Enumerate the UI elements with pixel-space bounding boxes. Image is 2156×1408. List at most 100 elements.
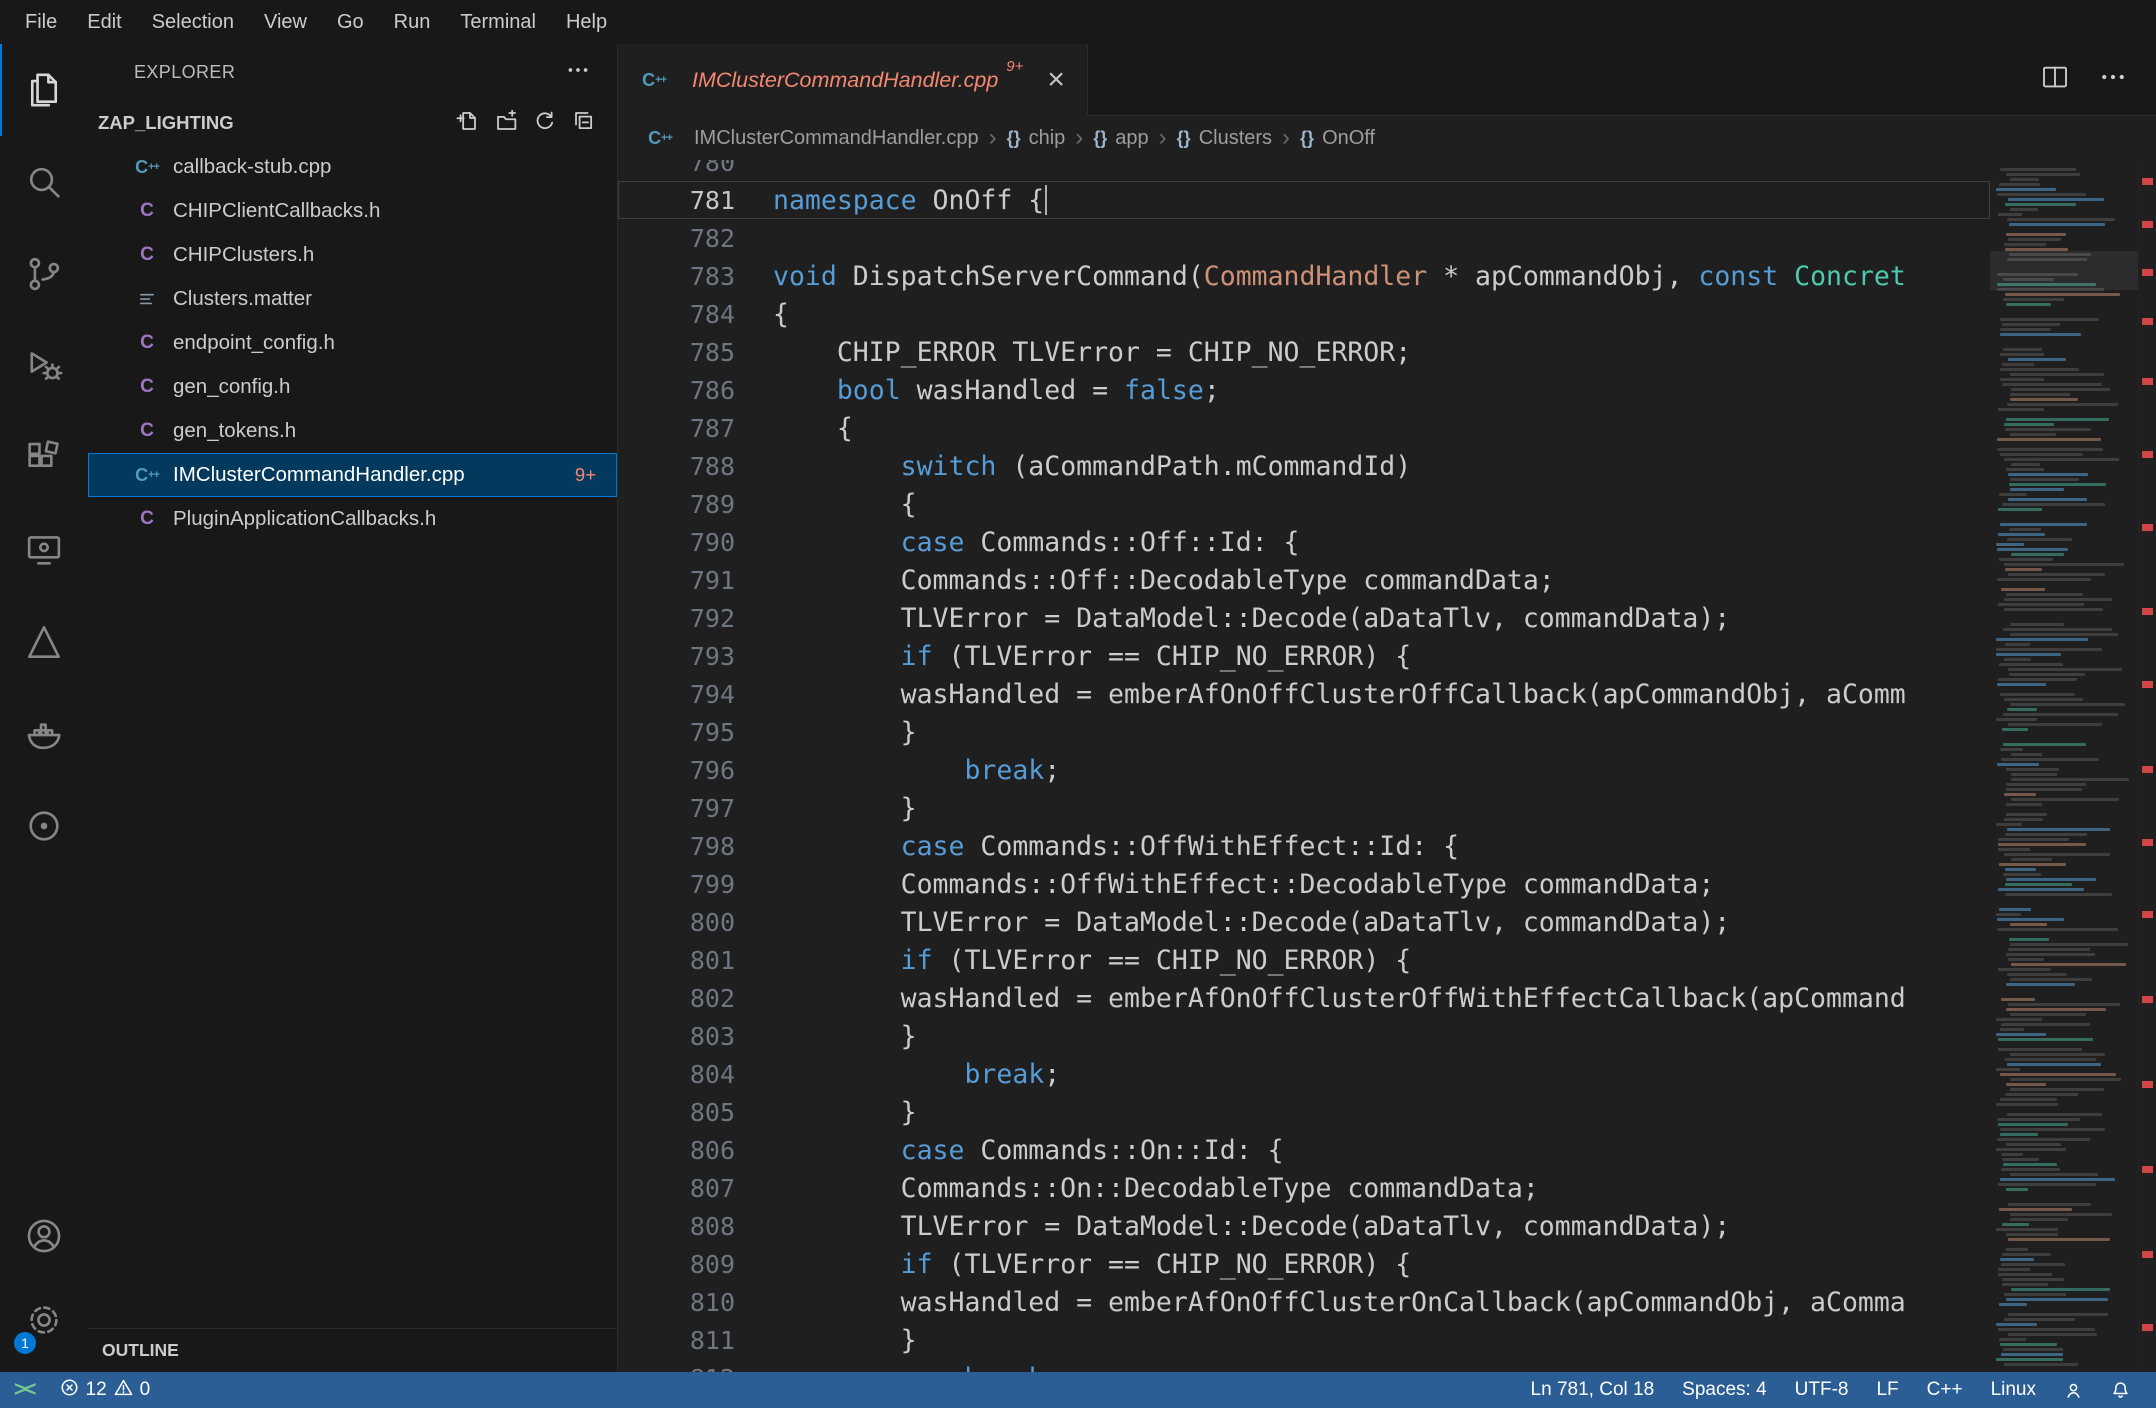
file-row[interactable]: Clusters.matter [88, 277, 617, 321]
new-file-button[interactable] [456, 110, 478, 137]
status-bar: >< 12 0 Ln 781, Col 18 Spaces: 4 UTF-8 LF C+… [0, 1372, 2156, 1408]
code-line[interactable]: 807 Commands::On::DecodableType commandD… [618, 1169, 1990, 1207]
code-line[interactable]: 789 { [618, 485, 1990, 523]
code-line[interactable]: 811 } [618, 1321, 1990, 1359]
menu-selection[interactable]: Selection [137, 0, 249, 44]
breadcrumb-item[interactable]: C ++ IMClusterCommandHandler.cpp [646, 127, 979, 150]
code-line[interactable]: 791 Commands::Off::DecodableType command… [618, 561, 1990, 599]
code-line[interactable]: 798 case Commands::OffWithEffect::Id: { [618, 827, 1990, 865]
code-line[interactable]: 784 { [618, 295, 1990, 333]
code-line[interactable]: 790 case Commands::Off::Id: { [618, 523, 1990, 561]
activity-run-and-debug[interactable] [0, 320, 88, 412]
code-line[interactable]: 797 } [618, 789, 1990, 827]
code-line[interactable]: 800 TLVError = DataModel::Decode(aDataTl… [618, 903, 1990, 941]
code-line[interactable]: 781 namespace OnOff { [618, 181, 1990, 219]
collapse-folders-button[interactable] [573, 110, 595, 137]
tab-imclustercommandhandler[interactable]: C ++ IMClusterCommandHandler.cpp 9+ × [618, 44, 1088, 116]
code-line[interactable]: 804 break; [618, 1055, 1990, 1093]
code-line[interactable]: 780 [618, 160, 1990, 181]
code-line[interactable]: 796 break; [618, 751, 1990, 789]
file-row[interactable]: C CHIPClientCallbacks.h [88, 189, 617, 233]
more-actions-button[interactable] [565, 57, 591, 88]
code-line[interactable]: 812 break; [618, 1359, 1990, 1372]
code-line[interactable]: 786 bool wasHandled = false; [618, 371, 1990, 409]
file-row[interactable]: C PluginApplicationCallbacks.h [88, 497, 617, 541]
code-line[interactable]: 806 case Commands::On::Id: { [618, 1131, 1990, 1169]
activity-manage[interactable]: 1 [0, 1278, 88, 1362]
file-row[interactable]: C ++ callback-stub.cpp [88, 145, 617, 189]
activity-search[interactable] [0, 136, 88, 228]
menu-terminal[interactable]: Terminal [445, 0, 551, 44]
file-row[interactable]: Cendpoint_config.h [88, 321, 617, 365]
minimap-line [2003, 873, 2041, 876]
breadcrumb-item[interactable]: {} OnOff [1300, 127, 1375, 150]
code-line[interactable]: 788 switch (aCommandPath.mCommandId) [618, 447, 1990, 485]
code-line[interactable]: 787 { [618, 409, 1990, 447]
code-line[interactable]: 805 } [618, 1093, 1990, 1131]
breadcrumb-item[interactable]: {} Clusters [1177, 127, 1272, 150]
feedback-button[interactable] [2050, 1372, 2097, 1408]
status-item[interactable]: Linux [1977, 1372, 2050, 1408]
minimap-viewport[interactable] [1990, 250, 2138, 290]
notifications-button[interactable] [2097, 1372, 2144, 1408]
code-line[interactable]: 808 TLVError = DataModel::Decode(aDataTl… [618, 1207, 1990, 1245]
close-icon[interactable]: × [1047, 65, 1065, 95]
code-line[interactable]: 795 } [618, 713, 1990, 751]
code-line[interactable]: 782 [618, 219, 1990, 257]
code-token: TLVError = DataModel::Decode(aDataTlv, c… [773, 907, 1731, 938]
more-actions-button[interactable] [2098, 62, 2128, 97]
code-line[interactable]: 783 void DispatchServerCommand(CommandHan… [618, 257, 1990, 295]
file-row[interactable]: Cgen_config.h [88, 365, 617, 409]
refresh-explorer-button[interactable] [534, 110, 556, 137]
activity-accounts[interactable] [0, 1194, 88, 1278]
menu-help[interactable]: Help [551, 0, 622, 44]
code-line[interactable]: 799 Commands::OffWithEffect::DecodableTy… [618, 865, 1990, 903]
activity-docker[interactable] [0, 688, 88, 780]
folder-section-header[interactable]: ZAP_LIGHTING [88, 101, 617, 145]
file-row[interactable]: Cgen_tokens.h [88, 409, 617, 453]
code-line[interactable]: 794 wasHandled = emberAfOnOffClusterOffC… [618, 675, 1990, 713]
problems-status[interactable]: 12 0 [49, 1372, 162, 1408]
breadcrumb-item[interactable]: {} app [1093, 127, 1148, 150]
breadcrumb-item[interactable]: {} chip [1007, 127, 1066, 150]
code-line[interactable]: 810 wasHandled = emberAfOnOffClusterOnCa… [618, 1283, 1990, 1321]
outline-section-header[interactable]: OUTLINE [88, 1328, 617, 1372]
line-content: } [773, 1018, 1989, 1054]
remote-indicator[interactable]: >< [0, 1372, 49, 1408]
new-folder-button[interactable] [495, 108, 517, 137]
file-row[interactable]: C CHIPClusters.h [88, 233, 617, 277]
code-line[interactable]: 801 if (TLVError == CHIP_NO_ERROR) { [618, 941, 1990, 979]
activity-remote-explorer[interactable] [0, 504, 88, 596]
menu-file[interactable]: File [10, 0, 72, 44]
code-token: bool [836, 375, 901, 406]
activity-explorer[interactable] [0, 44, 88, 136]
code-token: TLVError = DataModel::Decode(aDataTlv, c… [773, 603, 1731, 634]
code-line[interactable]: 793 if (TLVError == CHIP_NO_ERROR) { [618, 637, 1990, 675]
menu-run[interactable]: Run [379, 0, 446, 44]
minimap[interactable] [1990, 160, 2138, 1372]
menu-view[interactable]: View [249, 0, 322, 44]
split-editor-button[interactable] [2040, 62, 2070, 97]
code-line[interactable]: 809 if (TLVError == CHIP_NO_ERROR) { [618, 1245, 1990, 1283]
activity-extensions[interactable] [0, 412, 88, 504]
code-line[interactable]: 792 TLVError = DataModel::Decode(aDataTl… [618, 599, 1990, 637]
minimap-line [2007, 1063, 2101, 1066]
activity-jupyter[interactable] [0, 780, 88, 872]
code-line[interactable]: 802 wasHandled = emberAfOnOffClusterOffW… [618, 979, 1990, 1017]
error-mark [2142, 269, 2153, 276]
status-item[interactable]: Ln 781, Col 18 [1517, 1372, 1669, 1408]
code-line[interactable]: 785 CHIP_ERROR TLVError = CHIP_NO_ERROR; [618, 333, 1990, 371]
overview-ruler[interactable] [2138, 160, 2156, 1372]
code-editor[interactable]: 780 781 namespace OnOff {782 783 void Dispat… [618, 160, 1990, 1372]
file-name: callback-stub.cpp [173, 155, 332, 178]
status-item[interactable]: LF [1862, 1372, 1912, 1408]
activity-source-control[interactable] [0, 228, 88, 320]
status-item[interactable]: UTF-8 [1781, 1372, 1863, 1408]
menu-edit[interactable]: Edit [72, 0, 136, 44]
activity-cmake[interactable] [0, 596, 88, 688]
code-line[interactable]: 803 } [618, 1017, 1990, 1055]
file-row[interactable]: C ++ IMClusterCommandHandler.cpp 9+ [88, 453, 617, 497]
status-item[interactable]: Spaces: 4 [1668, 1372, 1781, 1408]
status-item[interactable]: C++ [1913, 1372, 1977, 1408]
menu-go[interactable]: Go [322, 0, 379, 44]
